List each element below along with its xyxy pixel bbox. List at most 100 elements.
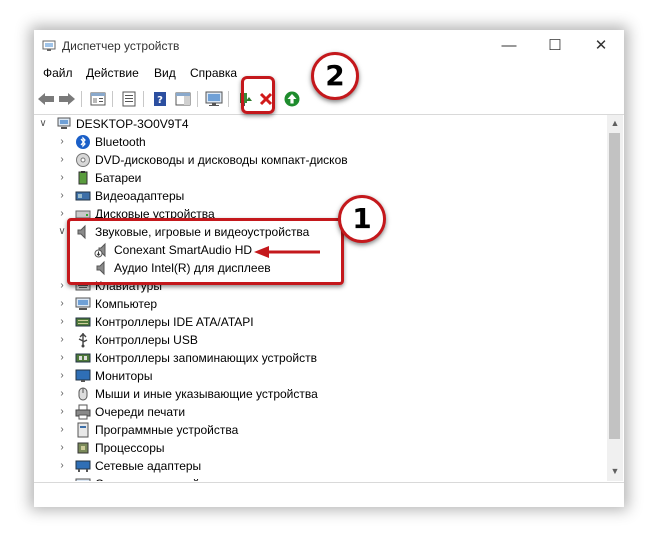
printer-icon	[75, 404, 91, 420]
collapsed-chevron-icon[interactable]: ›	[57, 460, 67, 472]
tree-item-label: Батареи	[95, 171, 142, 185]
minimize-icon: —	[501, 37, 517, 54]
collapsed-chevron-icon[interactable]: ›	[57, 334, 67, 346]
help-icon: ?	[154, 92, 166, 106]
tree-category[interactable]: › Контроллеры IDE ATA/ATAPI	[35, 313, 607, 331]
action-pane-icon	[175, 92, 191, 106]
tree-item-label: Системные устройства	[95, 477, 224, 481]
mouse-icon	[78, 387, 88, 401]
tree-item-label: Контроллеры IDE ATA/ATAPI	[95, 315, 254, 329]
device-manager-app-icon	[42, 40, 56, 51]
tree-category[interactable]: › Компьютер	[35, 295, 607, 313]
maximize-icon: ☐	[548, 37, 562, 54]
expanded-chevron-icon[interactable]: ∨	[57, 226, 67, 238]
collapsed-chevron-icon[interactable]: ›	[57, 352, 67, 364]
tree-category[interactable]: › Мониторы	[35, 367, 607, 385]
network-adapter-icon	[75, 460, 91, 472]
collapsed-chevron-icon[interactable]: ›	[57, 424, 67, 436]
toolbar-separator	[197, 91, 198, 107]
svg-text:?: ?	[157, 95, 163, 106]
status-bar	[34, 482, 624, 507]
computer-icon	[57, 117, 71, 129]
tree-item-label: Компьютер	[95, 297, 158, 311]
tree-category[interactable]: › Контроллеры USB	[35, 331, 607, 349]
tree-item-label: DVD-дисководы и дисководы компакт-дисков	[95, 153, 348, 167]
properties-sheet-icon	[122, 91, 136, 107]
scroll-up-icon[interactable]: ▲	[607, 115, 623, 131]
forward-button[interactable]	[57, 89, 77, 109]
tree-category[interactable]: › DVD-дисководы и дисководы компакт-диско…	[35, 151, 607, 169]
collapsed-chevron-icon[interactable]: ›	[57, 190, 67, 202]
maximize-button[interactable]: ☐	[532, 34, 578, 58]
step-1-badge: 1	[338, 195, 386, 243]
collapsed-chevron-icon[interactable]: ›	[57, 172, 67, 184]
bluetooth-icon	[76, 135, 90, 149]
update-driver-callout	[241, 76, 275, 114]
collapsed-chevron-icon[interactable]: ›	[57, 154, 67, 166]
collapsed-chevron-icon[interactable]: ›	[57, 280, 67, 292]
tree-item-label: Контроллеры запоминающих устройств	[95, 351, 317, 365]
close-icon: ✕	[594, 37, 608, 54]
tree-item-label: Видеоадаптеры	[95, 189, 185, 203]
menu-file[interactable]: Файл	[43, 66, 73, 80]
usb-icon	[78, 333, 88, 348]
menu-action[interactable]: Действие	[86, 66, 139, 80]
tree-category[interactable]: › Батареи	[35, 169, 607, 187]
tree-item-label: Очереди печати	[95, 405, 186, 419]
collapsed-chevron-icon[interactable]: ›	[57, 136, 67, 148]
vertical-scrollbar[interactable]: ▲ ▼	[607, 115, 623, 481]
battery-icon	[78, 171, 88, 185]
collapsed-chevron-icon[interactable]: ›	[57, 388, 67, 400]
computer-icon	[75, 297, 91, 310]
properties-icon	[90, 92, 106, 106]
help-button[interactable]: ?	[150, 89, 170, 109]
scroll-down-icon[interactable]: ▼	[607, 463, 623, 479]
tree-category[interactable]: › Bluetooth	[35, 133, 607, 151]
software-device-icon	[77, 422, 89, 438]
tree-item-label: Мониторы	[95, 369, 153, 383]
tree-item-label: Мыши и иные указывающие устройства	[95, 387, 318, 401]
display-adapter-icon	[75, 191, 91, 201]
collapsed-chevron-icon[interactable]: ›	[57, 208, 67, 220]
update-driver-button[interactable]	[282, 89, 302, 109]
processor-icon	[77, 442, 89, 454]
tree-category[interactable]: › Видеоадаптеры	[35, 187, 607, 205]
toolbar-separator	[228, 91, 229, 107]
monitor-icon	[75, 369, 91, 382]
tree-item-label: Сетевые адаптеры	[95, 459, 202, 473]
back-button[interactable]	[36, 89, 56, 109]
collapsed-chevron-icon[interactable]: ›	[57, 478, 67, 481]
tree-category[interactable]: › Процессоры	[35, 439, 607, 457]
menu-view[interactable]: Вид	[154, 66, 176, 80]
collapsed-chevron-icon[interactable]: ›	[57, 316, 67, 328]
tree-category[interactable]: › Программные устройства	[35, 421, 607, 439]
collapsed-chevron-icon[interactable]: ›	[57, 442, 67, 454]
collapsed-chevron-icon[interactable]: ›	[57, 370, 67, 382]
collapsed-chevron-icon[interactable]: ›	[57, 406, 67, 418]
tree-category[interactable]: › Контроллеры запоминающих устройств	[35, 349, 607, 367]
tree-root-computer[interactable]: ∨ DESKTOP-3O0V9T4	[35, 115, 607, 133]
tree-category[interactable]: › Очереди печати	[35, 403, 607, 421]
collapsed-chevron-icon[interactable]: ›	[57, 298, 67, 310]
menu-help[interactable]: Справка	[190, 66, 237, 80]
system-device-icon	[75, 478, 91, 481]
tree-item-label: Bluetooth	[95, 135, 146, 149]
properties-button[interactable]	[119, 89, 139, 109]
tree-category[interactable]: › Мыши и иные указывающие устройства	[35, 385, 607, 403]
minimize-button[interactable]: —	[486, 34, 532, 58]
tree-item-label: Процессоры	[95, 441, 165, 455]
scan-monitor-icon	[205, 91, 223, 106]
close-button[interactable]: ✕	[578, 34, 624, 58]
device-tree[interactable]: ∨ DESKTOP-3O0V9T4 › Bluetooth › DVD-дисководы…	[35, 115, 607, 481]
scrollbar-thumb[interactable]	[609, 133, 620, 439]
dvd-drive-icon	[76, 153, 90, 167]
tree-category[interactable]: › Системные устройства	[35, 475, 607, 481]
expanded-chevron-icon[interactable]: ∨	[38, 118, 48, 130]
toolbar-separator	[143, 91, 144, 107]
back-arrow-icon	[38, 93, 54, 105]
tree-category[interactable]: › Сетевые адаптеры	[35, 457, 607, 475]
toolbar-separator	[81, 91, 82, 107]
show-hide-console-tree-button[interactable]	[88, 89, 108, 109]
action-pane-button[interactable]	[173, 89, 193, 109]
scan-hardware-button[interactable]	[204, 89, 224, 109]
